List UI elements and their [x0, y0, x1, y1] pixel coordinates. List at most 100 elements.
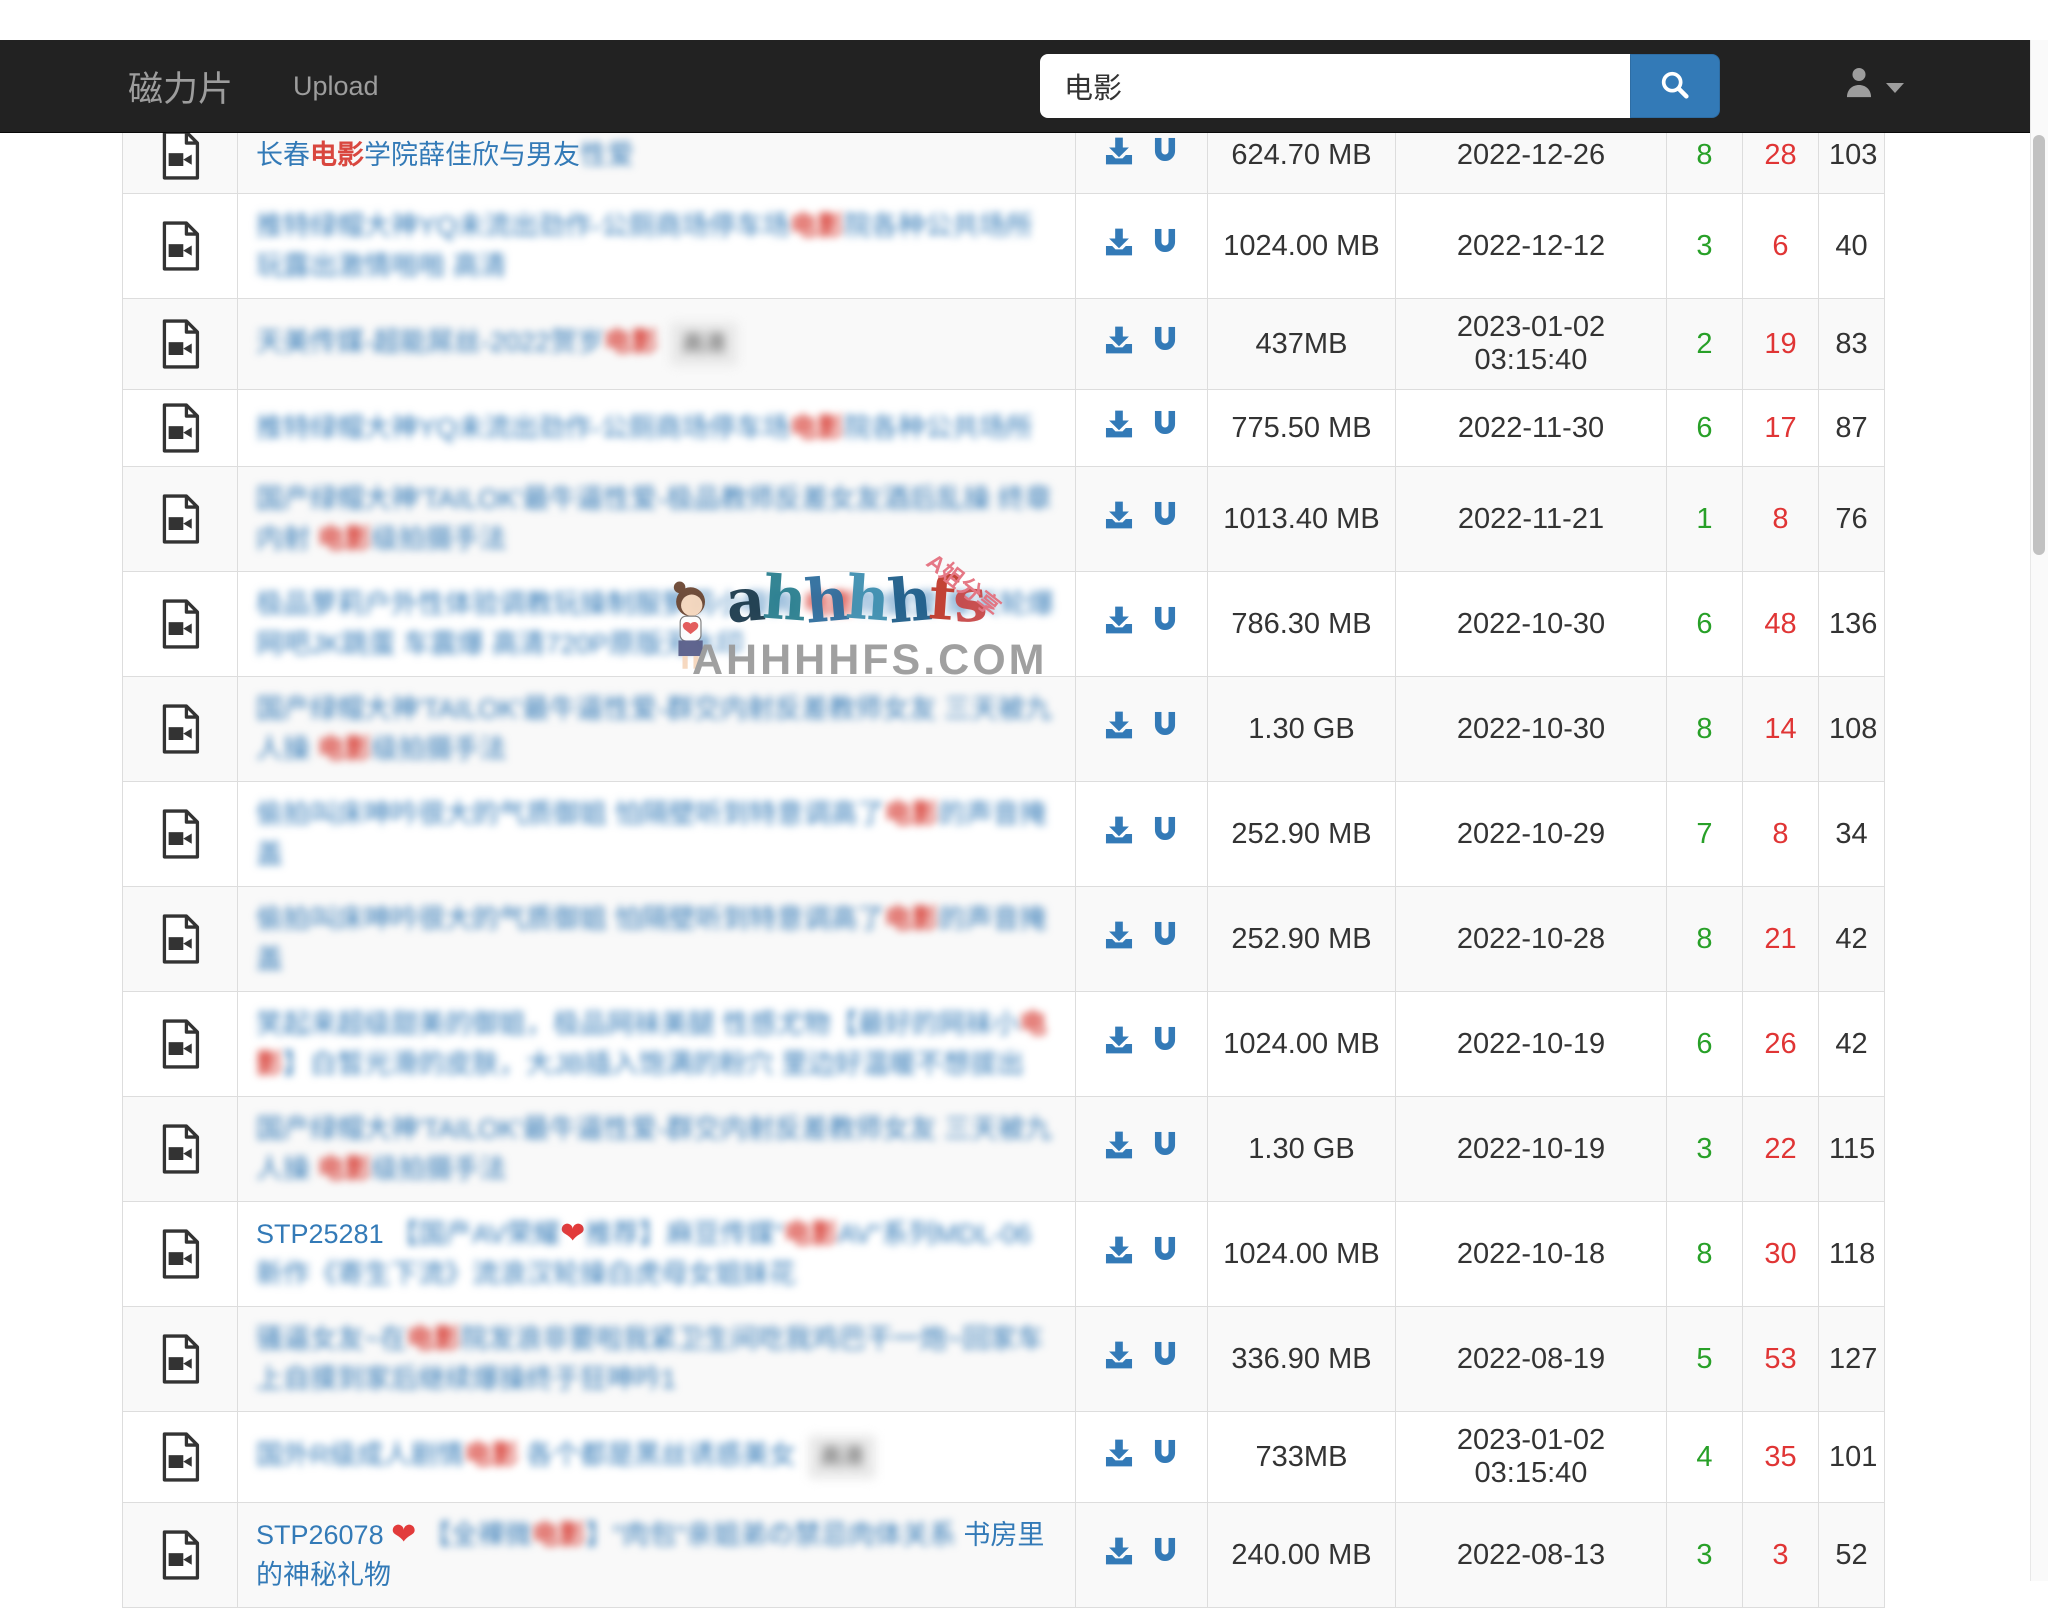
download-icon[interactable]	[1102, 1338, 1136, 1380]
site-brand[interactable]: 磁力片	[128, 61, 233, 112]
link-cell	[1076, 1412, 1208, 1503]
name-cell: 推特绿帽大神YQ未流出劲作-公厕商场停车场电影院各种公共场所玩露出激情啪啪 高清	[238, 194, 1076, 299]
download-icon[interactable]	[1102, 1436, 1136, 1478]
file-video-icon	[133, 1529, 227, 1581]
scrollbar[interactable]	[2030, 40, 2048, 1581]
magnet-icon[interactable]	[1148, 1534, 1182, 1576]
search-keyword-highlight: 电影	[318, 734, 372, 764]
date-cell: 2022-10-18	[1396, 1202, 1667, 1307]
date-cell: 2022-10-30	[1396, 572, 1667, 677]
magnet-icon[interactable]	[1148, 603, 1182, 645]
download-icon[interactable]	[1102, 813, 1136, 855]
nav-upload-link[interactable]: Upload	[293, 71, 379, 102]
checks-count: 52	[1819, 1503, 1885, 1608]
result-name-text: STP26078	[256, 1520, 391, 1550]
result-name-text: 推特绿帽大神YQ未流出劲作-公厕商场停车场	[256, 413, 790, 443]
magnet-icon[interactable]	[1148, 813, 1182, 855]
magnet-icon[interactable]	[1148, 498, 1182, 540]
download-icon[interactable]	[1102, 225, 1136, 267]
size-cell: 1024.00 MB	[1208, 1202, 1396, 1307]
magnet-icon[interactable]	[1148, 134, 1182, 176]
size-cell: 437MB	[1208, 299, 1396, 390]
quality-badge: 高清	[808, 1435, 876, 1479]
leechers-count: 53	[1743, 1307, 1819, 1412]
search-keyword-highlight: 电影	[784, 1219, 838, 1249]
table-row: 骚逼女友~在电影院发浪非要啦我紧卫生间吃我鸡巴干一炮~回家车上自摸到家后继续爆操…	[123, 1307, 1885, 1412]
download-icon[interactable]	[1102, 918, 1136, 960]
type-cell	[123, 992, 238, 1097]
magnet-icon[interactable]	[1148, 1233, 1182, 1275]
file-video-icon	[133, 1431, 227, 1483]
scrollbar-thumb[interactable]	[2033, 135, 2045, 555]
result-name-link[interactable]: STP25281 【国产AV荣耀❤推荐】麻豆传媒"电影AV"系列MDL-06新作…	[256, 1219, 1031, 1289]
search-button[interactable]	[1630, 54, 1720, 118]
magnet-icon[interactable]	[1148, 1436, 1182, 1478]
result-name-link[interactable]: 国产绿帽大神'TAILOK'最牛逼性爱-群交内射反差教师女友 三天被九人操 电影…	[256, 694, 1052, 764]
download-icon[interactable]	[1102, 1128, 1136, 1170]
checks-count: 42	[1819, 887, 1885, 992]
navbar: 磁力片 Upload	[0, 40, 2048, 133]
size-cell: 240.00 MB	[1208, 1503, 1396, 1608]
date-cell: 2022-10-28	[1396, 887, 1667, 992]
search-keyword-highlight: 电影	[885, 904, 939, 934]
result-name-link[interactable]: 天美传媒-超能屌丝-2022贺岁电影	[256, 327, 658, 357]
result-name-link[interactable]: 推特绿帽大神YQ未流出劲作-公厕商场停车场电影院各种公共场所玩露出激情啪啪 高清	[256, 211, 1033, 281]
name-cell: 国产绿帽大神'TAILOK'最牛逼性爱-群交内射反差教师女友 三天被九人操 电影…	[238, 1097, 1076, 1202]
date-cell: 2022-12-12	[1396, 194, 1667, 299]
result-name-link[interactable]: 国产绿帽大神'TAILOK'最牛逼性爱-极品教师反差女友酒后乱操 终章内射 电影…	[256, 484, 1052, 554]
result-name-link[interactable]: 推特绿帽大神YQ未流出劲作-公厕商场停车场电影院各种公共场所	[256, 413, 1033, 443]
size-cell: 252.90 MB	[1208, 782, 1396, 887]
download-icon[interactable]	[1102, 134, 1136, 176]
name-cell: 极品萝莉户外性体验调教玩操制服萝莉小母狗 电影院做爱 摩天轮爆 网吧JK跳蛋 车…	[238, 572, 1076, 677]
download-icon[interactable]	[1102, 603, 1136, 645]
search-keyword-highlight: 电影	[804, 589, 858, 619]
table-row: 极品萝莉户外性体验调教玩操制服萝莉小母狗 电影院做爱 摩天轮爆 网吧JK跳蛋 车…	[123, 572, 1885, 677]
download-icon[interactable]	[1102, 407, 1136, 449]
magnet-icon[interactable]	[1148, 918, 1182, 960]
result-name-text: 天美传媒-超能屌丝-2022贺岁	[256, 327, 604, 357]
link-cell	[1076, 1202, 1208, 1307]
download-icon[interactable]	[1102, 708, 1136, 750]
checks-count: 101	[1819, 1412, 1885, 1503]
search-keyword-highlight: 电影	[465, 1440, 519, 1470]
result-name-text: 推荐】麻豆传媒"	[585, 1219, 784, 1249]
result-name-link[interactable]: 骚逼女友~在电影院发浪非要啦我紧卫生间吃我鸡巴干一炮~回家车上自摸到家后继续爆操…	[256, 1324, 1044, 1394]
result-name-link[interactable]: 国外R级成人剧情电影 各个都是黑丝诱惑美女	[256, 1440, 796, 1470]
name-cell: 推特绿帽大神YQ未流出劲作-公厕商场停车场电影院各种公共场所	[238, 390, 1076, 467]
download-icon[interactable]	[1102, 1534, 1136, 1576]
file-video-icon	[133, 1018, 227, 1070]
checks-count: 42	[1819, 992, 1885, 1097]
user-menu[interactable]	[1842, 64, 1904, 107]
result-name-link[interactable]: 国产绿帽大神'TAILOK'最牛逼性爱-群交内射反差教师女友 三天被九人操 电影…	[256, 1114, 1052, 1184]
result-name-link[interactable]: 极品萝莉户外性体验调教玩操制服萝莉小母狗 电影院做爱 摩天轮爆 网吧JK跳蛋 车…	[256, 589, 1054, 659]
download-icon[interactable]	[1102, 498, 1136, 540]
table-row: STP26078 ❤ 【全裸微电影】"肉包"亲姐弟の禁忌肉体关系 书房里的神秘礼…	[123, 1503, 1885, 1608]
leechers-count: 35	[1743, 1412, 1819, 1503]
seeders-count: 2	[1667, 299, 1743, 390]
table-row: 天美传媒-超能屌丝-2022贺岁电影高清437MB2023-01-02 03:1…	[123, 299, 1885, 390]
seeders-count: 5	[1667, 1307, 1743, 1412]
result-name-link[interactable]: 偷拍叫床呻吟很大的气质御姐 怕隔壁听到特意调高了电影的声音掩盖	[256, 904, 1047, 974]
result-name-link[interactable]: 长春电影学院薛佳欣与男友性爱	[256, 140, 634, 170]
result-name-text: 级拍摄手法	[372, 1154, 507, 1184]
magnet-icon[interactable]	[1148, 1023, 1182, 1065]
magnet-icon[interactable]	[1148, 323, 1182, 365]
result-name-text: 推特绿帽大神YQ未流出劲作-公厕商场停车场	[256, 211, 790, 241]
magnet-icon[interactable]	[1148, 225, 1182, 267]
result-name-link[interactable]: STP26078 ❤ 【全裸微电影】"肉包"亲姐弟の禁忌肉体关系 书房里的神秘礼…	[256, 1520, 1044, 1590]
magnet-icon[interactable]	[1148, 1128, 1182, 1170]
result-name-text: 】白皙光滑的皮肤，大JB插入饱满的粉穴 里边好温暖不想拔出	[283, 1049, 1024, 1079]
download-icon[interactable]	[1102, 1233, 1136, 1275]
link-cell	[1076, 992, 1208, 1097]
result-name-link[interactable]: 笑起来超级甜美的御姐，极品网袜美腿 性感尤物【最好的网袜小电影】白皙光滑的皮肤，…	[256, 1009, 1047, 1079]
result-name-link[interactable]: 偷拍叫床呻吟很大的气质御姐 怕隔壁听到特意调高了电影的声音掩盖	[256, 799, 1047, 869]
seeders-count: 1	[1667, 467, 1743, 572]
table-row: 偷拍叫床呻吟很大的气质御姐 怕隔壁听到特意调高了电影的声音掩盖 252.90 MB…	[123, 782, 1885, 887]
download-icon[interactable]	[1102, 323, 1136, 365]
seeders-count: 7	[1667, 782, 1743, 887]
magnet-icon[interactable]	[1148, 708, 1182, 750]
download-icon[interactable]	[1102, 1023, 1136, 1065]
magnet-icon[interactable]	[1148, 407, 1182, 449]
magnet-icon[interactable]	[1148, 1338, 1182, 1380]
search-input[interactable]	[1040, 54, 1630, 118]
